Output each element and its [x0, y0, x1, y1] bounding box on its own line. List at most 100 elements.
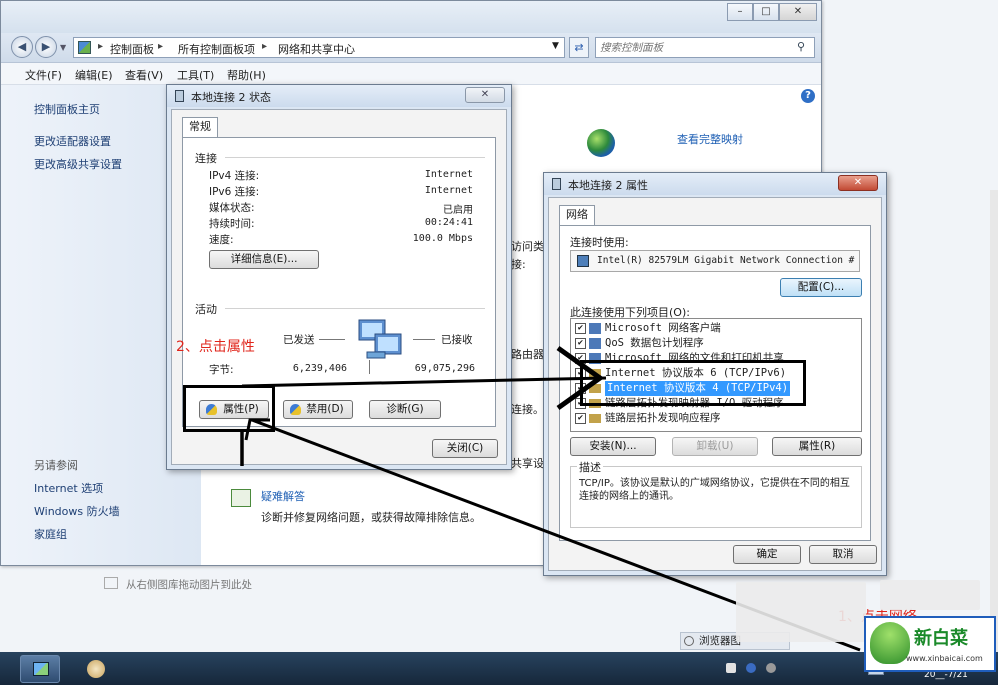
menu-view[interactable]: 查看(V) [125, 67, 163, 83]
properties-highlight-box [183, 385, 275, 432]
address-row: ◀ ▶ ▼ ▸ 控制面板 ▸ 所有控制面板项 ▸ 网络和共享中心 ▼ ⇄ ⚲ [1, 33, 821, 63]
forward-arrow-icon: ▶ [41, 40, 51, 53]
cabbage-icon [870, 622, 910, 664]
menu-tools[interactable]: 工具(T) [177, 67, 214, 83]
ipv6-value: Internet [424, 185, 473, 196]
ok-button[interactable]: 确定 [733, 545, 801, 564]
watermark-url: www.xinbaicai.com [906, 654, 983, 663]
network-activity-icon [358, 319, 402, 359]
troubleshoot-icon [231, 489, 251, 507]
adapter-box: Intel(R) 82579LM Gigabit Network Connect… [570, 250, 860, 272]
speed-label: 速度: [209, 234, 234, 246]
sidebar-item-control-panel-home[interactable]: 控制面板主页 [34, 101, 100, 117]
breadcrumb-item[interactable]: 网络和共享中心 [278, 41, 355, 57]
ipv4-value: Internet [424, 169, 473, 180]
configure-button[interactable]: 配置(C)... [780, 278, 862, 297]
taskbar-paint-button[interactable] [76, 655, 116, 683]
back-button[interactable]: ◀ [11, 36, 33, 58]
ipv4-highlight-box [580, 360, 806, 406]
sidebar-item-adapter-settings[interactable]: 更改适配器设置 [34, 133, 111, 149]
help-icon[interactable]: ? [801, 89, 815, 103]
close-icon: ✕ [853, 177, 863, 188]
partial-router-text: 路由器 [511, 348, 544, 361]
search-input[interactable] [600, 40, 790, 55]
checkbox[interactable]: ✔ [575, 338, 586, 349]
refresh-icon: ⇄ [574, 41, 584, 54]
install-button[interactable]: 安装(N)... [570, 437, 656, 456]
list-item[interactable]: ✔ 链路层拓扑发现响应程序 [575, 411, 855, 426]
scribble-overlay [880, 580, 980, 610]
checkbox[interactable]: ✔ [575, 413, 586, 424]
divider [225, 157, 485, 158]
status-dialog-close-button[interactable]: ✕ [465, 87, 505, 103]
step-2-annotation: 2、点击属性 [176, 339, 255, 355]
search-box[interactable]: ⚲ [595, 37, 815, 58]
breadcrumb-separator-icon: ▸ [98, 41, 104, 52]
sent-label: 已发送 [283, 334, 315, 346]
service-icon [589, 338, 601, 349]
address-bar[interactable]: ▸ 控制面板 ▸ 所有控制面板项 ▸ 网络和共享中心 ▼ [73, 37, 565, 58]
list-item[interactable]: ✔ Microsoft 网络客户端 [575, 321, 855, 336]
close-button[interactable]: 关闭(C) [432, 439, 498, 458]
menu-file[interactable]: 文件(F) [25, 67, 62, 83]
partial-sharing-text: 共享设 [511, 457, 544, 470]
menu-help[interactable]: 帮助(H) [227, 67, 266, 83]
sidebar-item-advanced-sharing[interactable]: 更改高级共享设置 [34, 156, 122, 172]
control-panel-icon [33, 662, 49, 676]
browser-icon [684, 636, 694, 646]
divider [369, 360, 370, 374]
sidebar-item-internet-options[interactable]: Internet 选项 [34, 480, 103, 496]
breadcrumb-item[interactable]: 所有控制面板项 [178, 41, 255, 57]
sidebar-item-homegroup[interactable]: 家庭组 [34, 526, 67, 542]
media-state-label: 媒体状态: [209, 202, 255, 214]
list-item-label: Microsoft 网络客户端 [605, 322, 721, 334]
uninstall-button[interactable]: 卸载(U) [672, 437, 758, 456]
cancel-button[interactable]: 取消 [809, 545, 877, 564]
tab-general[interactable]: 常规 [182, 117, 218, 137]
breadcrumb-separator-icon: ▸ [158, 41, 164, 52]
refresh-button[interactable]: ⇄ [569, 37, 589, 58]
window-close-button[interactable]: ✕ [779, 3, 817, 21]
divider [225, 308, 485, 309]
properties-dialog-titlebar: 本地连接 2 属性 ✕ [544, 173, 886, 195]
taskbar-control-panel-button[interactable] [20, 655, 60, 683]
checkbox[interactable]: ✔ [575, 323, 586, 334]
background-scrollbar[interactable] [990, 190, 998, 652]
menu-edit[interactable]: 编辑(E) [75, 67, 113, 83]
troubleshoot-link[interactable]: 疑难解答 [261, 488, 305, 504]
address-dropdown-icon[interactable]: ▼ [552, 41, 559, 51]
breadcrumb-item[interactable]: 控制面板 [110, 41, 154, 57]
list-item[interactable]: ✔ QoS 数据包计划程序 [575, 336, 855, 351]
ipv4-label: IPv4 连接: [209, 170, 260, 182]
explorer-titlebar: – □ ✕ [1, 1, 821, 33]
control-panel-icon [78, 41, 91, 54]
properties-dialog-close-button[interactable]: ✕ [838, 175, 878, 191]
watermark-brand: 新白菜 [914, 628, 968, 649]
tray-icon[interactable] [746, 663, 756, 673]
view-full-map-link[interactable]: 查看完整映射 [677, 131, 743, 147]
browser-tab-label: 浏览器图 [699, 635, 741, 647]
bytes-label: 字节: [209, 364, 234, 376]
tray-icon[interactable] [766, 663, 776, 673]
search-icon[interactable]: ⚲ [797, 40, 805, 53]
speed-value: 100.0 Mbps [412, 233, 473, 244]
media-state-value: 已启用 [443, 205, 473, 216]
diagnose-button[interactable]: 诊断(G) [369, 400, 441, 419]
protocol-icon [589, 414, 601, 423]
back-arrow-icon: ◀ [17, 40, 27, 53]
status-dialog-title: 本地连接 2 状态 [191, 91, 271, 104]
minimize-button[interactable]: – [727, 3, 753, 21]
network-card-icon [577, 255, 589, 267]
client-icon [589, 323, 601, 334]
disable-button[interactable]: 禁用(D) [283, 400, 353, 419]
forward-button[interactable]: ▶ [35, 36, 57, 58]
details-button[interactable]: 详细信息(E)... [209, 250, 319, 269]
connection-group-label: 连接 [195, 152, 217, 165]
tab-networking[interactable]: 网络 [559, 205, 595, 225]
item-properties-button[interactable]: 属性(R) [772, 437, 862, 456]
tray-icon[interactable] [726, 663, 736, 673]
sidebar-item-windows-firewall[interactable]: Windows 防火墙 [34, 503, 120, 519]
maximize-button[interactable]: □ [753, 3, 779, 21]
recent-pages-chevron-icon[interactable]: ▼ [60, 43, 66, 52]
list-item-label: 链路层拓扑发现响应程序 [605, 412, 721, 424]
